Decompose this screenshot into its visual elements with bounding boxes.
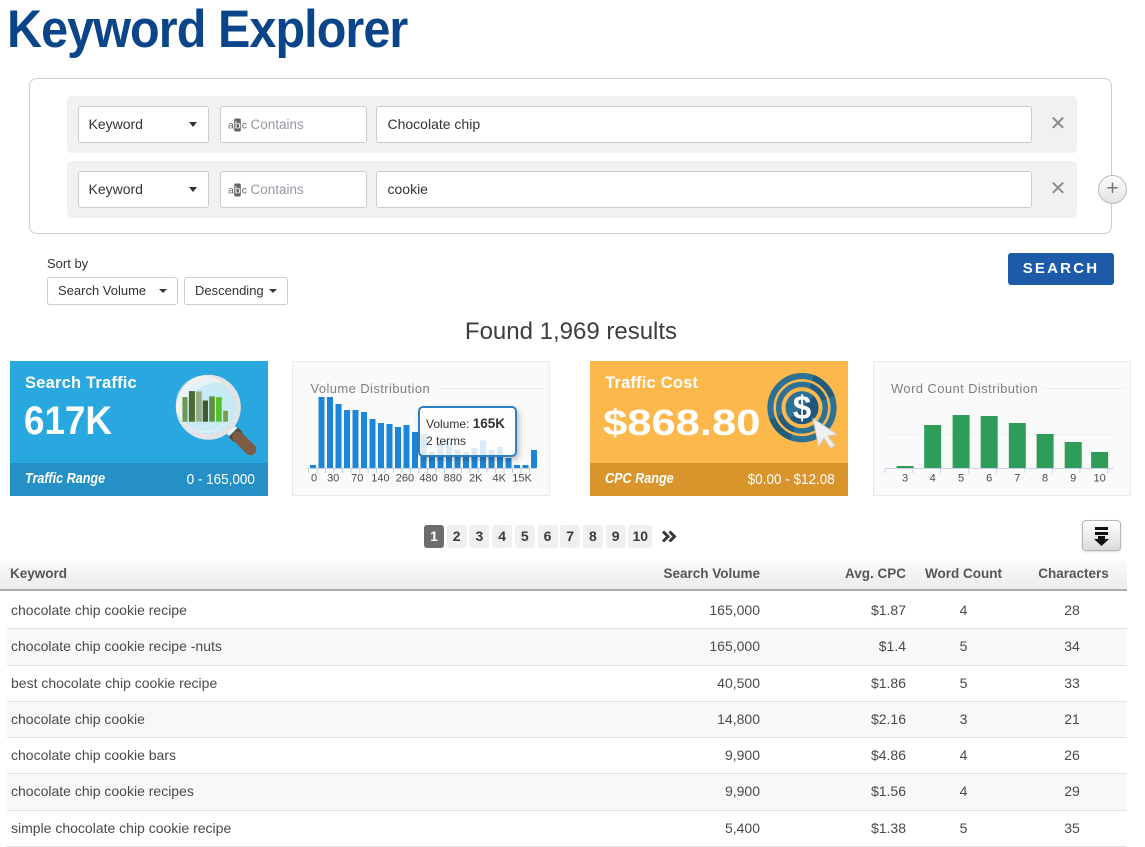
svg-text:6: 6	[986, 473, 992, 485]
svg-text:10: 10	[1093, 473, 1105, 485]
svg-text:b: b	[234, 120, 240, 132]
svg-text:b: b	[234, 185, 240, 197]
svg-text:2K: 2K	[469, 473, 483, 485]
svg-text:3: 3	[902, 473, 908, 485]
svg-text:7: 7	[1014, 473, 1020, 485]
svg-text:30: 30	[327, 473, 339, 485]
svg-text:260: 260	[396, 473, 414, 485]
svg-text:c: c	[241, 120, 246, 132]
svg-text:a: a	[228, 185, 234, 197]
svg-text:880: 880	[444, 473, 462, 485]
svg-text:0: 0	[311, 473, 317, 485]
svg-text:a: a	[228, 120, 234, 132]
svg-text:70: 70	[351, 473, 363, 485]
svg-text:4: 4	[930, 473, 936, 485]
svg-text:$: $	[793, 389, 811, 426]
svg-text:5: 5	[958, 473, 964, 485]
svg-text:c: c	[241, 185, 246, 197]
svg-text:480: 480	[419, 473, 437, 485]
svg-text:9: 9	[1070, 473, 1076, 485]
svg-text:4K: 4K	[492, 473, 506, 485]
svg-text:140: 140	[371, 473, 389, 485]
svg-text:15K: 15K	[512, 473, 532, 485]
svg-text:8: 8	[1042, 473, 1048, 485]
